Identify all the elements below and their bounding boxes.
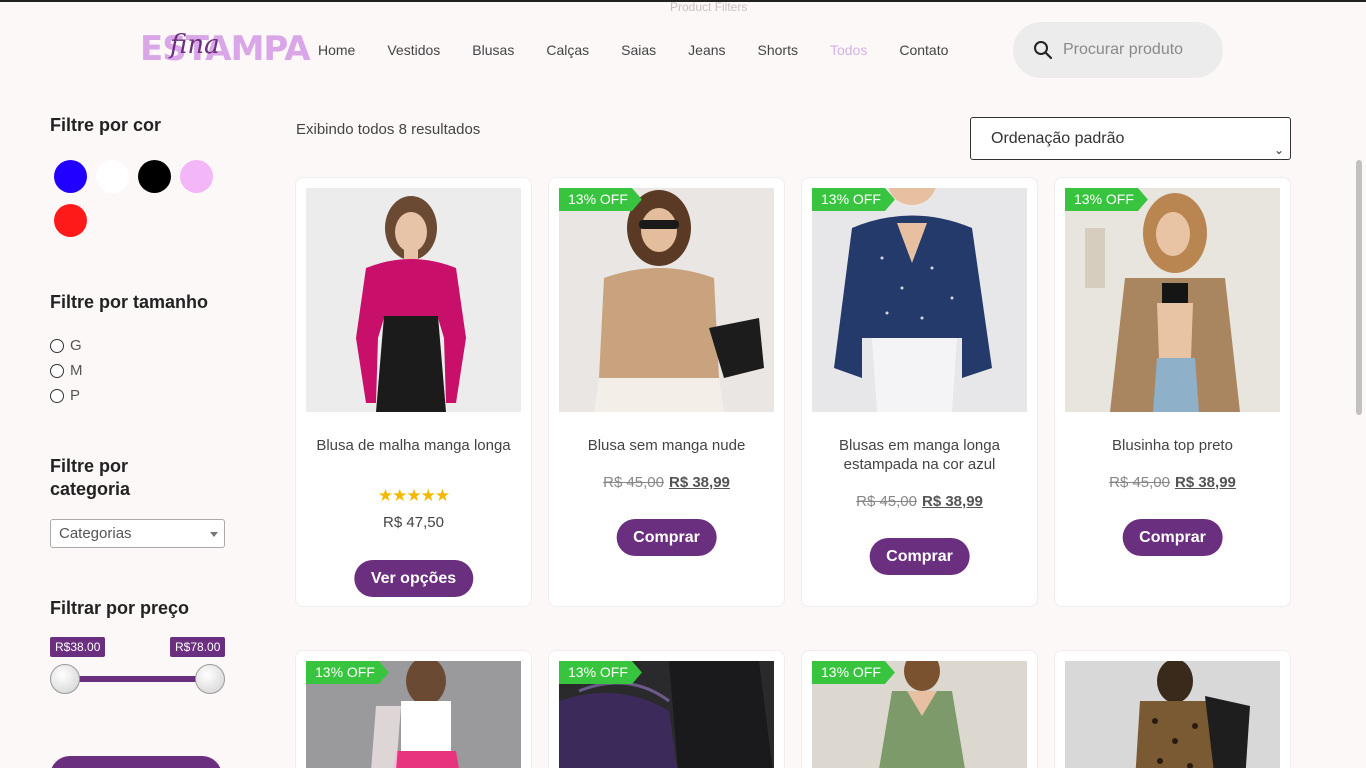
nav-home[interactable]: Home: [318, 40, 355, 60]
product-image[interactable]: [306, 188, 521, 412]
size-label: G: [70, 337, 82, 354]
filter-button[interactable]: [50, 756, 222, 768]
product-card[interactable]: 13% OFF Blusas em manga longa estampada …: [801, 177, 1038, 607]
nav-calcas[interactable]: Calças: [546, 40, 589, 60]
radio-icon[interactable]: [50, 388, 64, 403]
category-select-value: Categorias: [59, 525, 132, 542]
buy-button[interactable]: Comprar: [1122, 519, 1223, 556]
new-price: R$ 38,99: [1175, 474, 1236, 491]
product-price: R$ 45,00 R$ 38,99: [549, 474, 784, 491]
page-ghost-title: Product Filters: [670, 0, 748, 14]
price-slider-max-handle[interactable]: [195, 664, 225, 694]
discount-badge: 13% OFF: [812, 661, 895, 684]
product-price: R$ 45,00 R$ 38,99: [1055, 474, 1290, 491]
category-select[interactable]: Categorias: [50, 519, 225, 548]
nav-blusas[interactable]: Blusas: [472, 40, 514, 60]
product-card[interactable]: 13% OFF Blusinha top preto R$ 45,00 R$ 38…: [1054, 177, 1291, 607]
price-min-label: R$38.00: [50, 637, 106, 657]
logo-script: fina: [170, 30, 220, 60]
nav-jeans[interactable]: Jeans: [688, 40, 725, 60]
product-card[interactable]: 13% OFF: [548, 650, 785, 768]
buy-button[interactable]: Comprar: [616, 519, 717, 556]
main-nav: Home Vestidos Blusas Calças Saias Jeans …: [318, 40, 980, 60]
category-filter-title-2: categoria: [50, 479, 131, 499]
product-card[interactable]: 13% OFF Blusa sem manga nude R$ 45,00 R$ …: [548, 177, 785, 607]
old-price: R$ 45,00: [603, 474, 664, 491]
product-image[interactable]: [1065, 661, 1280, 768]
new-price: R$ 38,99: [669, 474, 730, 491]
product-image[interactable]: 13% OFF: [1065, 188, 1280, 412]
size-filter-title: Filtre por tamanho: [50, 292, 209, 312]
discount-badge: 13% OFF: [1065, 188, 1148, 211]
search-icon: [1034, 41, 1053, 60]
new-price: R$ 38,99: [922, 493, 983, 510]
buy-button[interactable]: Comprar: [869, 538, 970, 575]
radio-icon[interactable]: [50, 363, 64, 378]
size-option-p[interactable]: P: [50, 387, 80, 404]
discount-badge: 13% OFF: [306, 661, 389, 684]
price-slider-track[interactable]: [62, 676, 212, 682]
sort-select-value: Ordenação padrão: [991, 130, 1125, 147]
size-option-g[interactable]: G: [50, 337, 82, 354]
color-swatch-black[interactable]: [138, 160, 171, 193]
discount-badge: 13% OFF: [559, 188, 642, 211]
product-image[interactable]: 13% OFF: [306, 661, 521, 768]
product-image[interactable]: 13% OFF: [812, 661, 1027, 768]
radio-icon[interactable]: [50, 338, 64, 353]
chevron-down-icon: ⌄: [1273, 143, 1284, 157]
product-image[interactable]: 13% OFF: [559, 188, 774, 412]
category-filter-title-1: Filtre por: [50, 456, 129, 476]
price-slider-min-handle[interactable]: [50, 664, 80, 694]
product-title[interactable]: Blusinha top preto: [1067, 436, 1278, 455]
nav-todos[interactable]: Todos: [830, 40, 867, 60]
product-price: R$ 47,50: [383, 514, 444, 531]
caret-down-icon: [210, 532, 218, 537]
product-title[interactable]: Blusas em manga longa estampada na cor a…: [814, 436, 1025, 474]
discount-badge: 13% OFF: [812, 188, 895, 211]
logo-word: ESTAMPA: [140, 29, 311, 69]
color-swatch-red[interactable]: [54, 204, 87, 237]
old-price: R$ 45,00: [856, 493, 917, 510]
product-price: R$ 45,00 R$ 38,99: [802, 493, 1037, 510]
product-image[interactable]: 13% OFF: [812, 188, 1027, 412]
search-box[interactable]: [1013, 22, 1223, 78]
sort-select[interactable]: Ordenação padrão ⌄: [970, 117, 1291, 160]
old-price: R$ 45,00: [1109, 474, 1170, 491]
page-scrollbar[interactable]: [1356, 160, 1362, 415]
search-input[interactable]: [1063, 41, 1213, 59]
discount-badge: 13% OFF: [559, 661, 642, 684]
nav-vestidos[interactable]: Vestidos: [387, 40, 440, 60]
size-option-m[interactable]: M: [50, 362, 83, 379]
results-count: Exibindo todos 8 resultados: [296, 121, 481, 138]
site-logo[interactable]: ESTAMPA fina: [140, 28, 311, 72]
nav-contato[interactable]: Contato: [899, 40, 948, 60]
product-title[interactable]: Blusa de malha manga longa: [308, 436, 519, 455]
color-swatch-pink[interactable]: [180, 160, 213, 193]
color-swatch-blue[interactable]: [54, 160, 87, 193]
nav-saias[interactable]: Saias: [621, 40, 656, 60]
price-filter-title: Filtrar por preço: [50, 598, 190, 618]
nav-shorts[interactable]: Shorts: [758, 40, 798, 60]
product-title[interactable]: Blusa sem manga nude: [561, 436, 772, 455]
product-image[interactable]: 13% OFF: [559, 661, 774, 768]
price-max-label: R$78.00: [170, 637, 226, 657]
size-label: P: [70, 387, 81, 404]
product-card[interactable]: [1054, 650, 1291, 768]
product-card[interactable]: 13% OFF: [801, 650, 1038, 768]
product-card[interactable]: 13% OFF: [295, 650, 532, 768]
product-card[interactable]: Blusa de malha manga longa ★★★★★ R$ 47,5…: [295, 177, 532, 607]
rating-stars: ★★★★★: [377, 486, 450, 505]
view-options-button[interactable]: Ver opções: [353, 560, 474, 597]
size-label: M: [70, 362, 83, 379]
color-filter-title: Filtre por cor: [50, 115, 162, 135]
color-swatch-white[interactable]: [96, 160, 129, 193]
